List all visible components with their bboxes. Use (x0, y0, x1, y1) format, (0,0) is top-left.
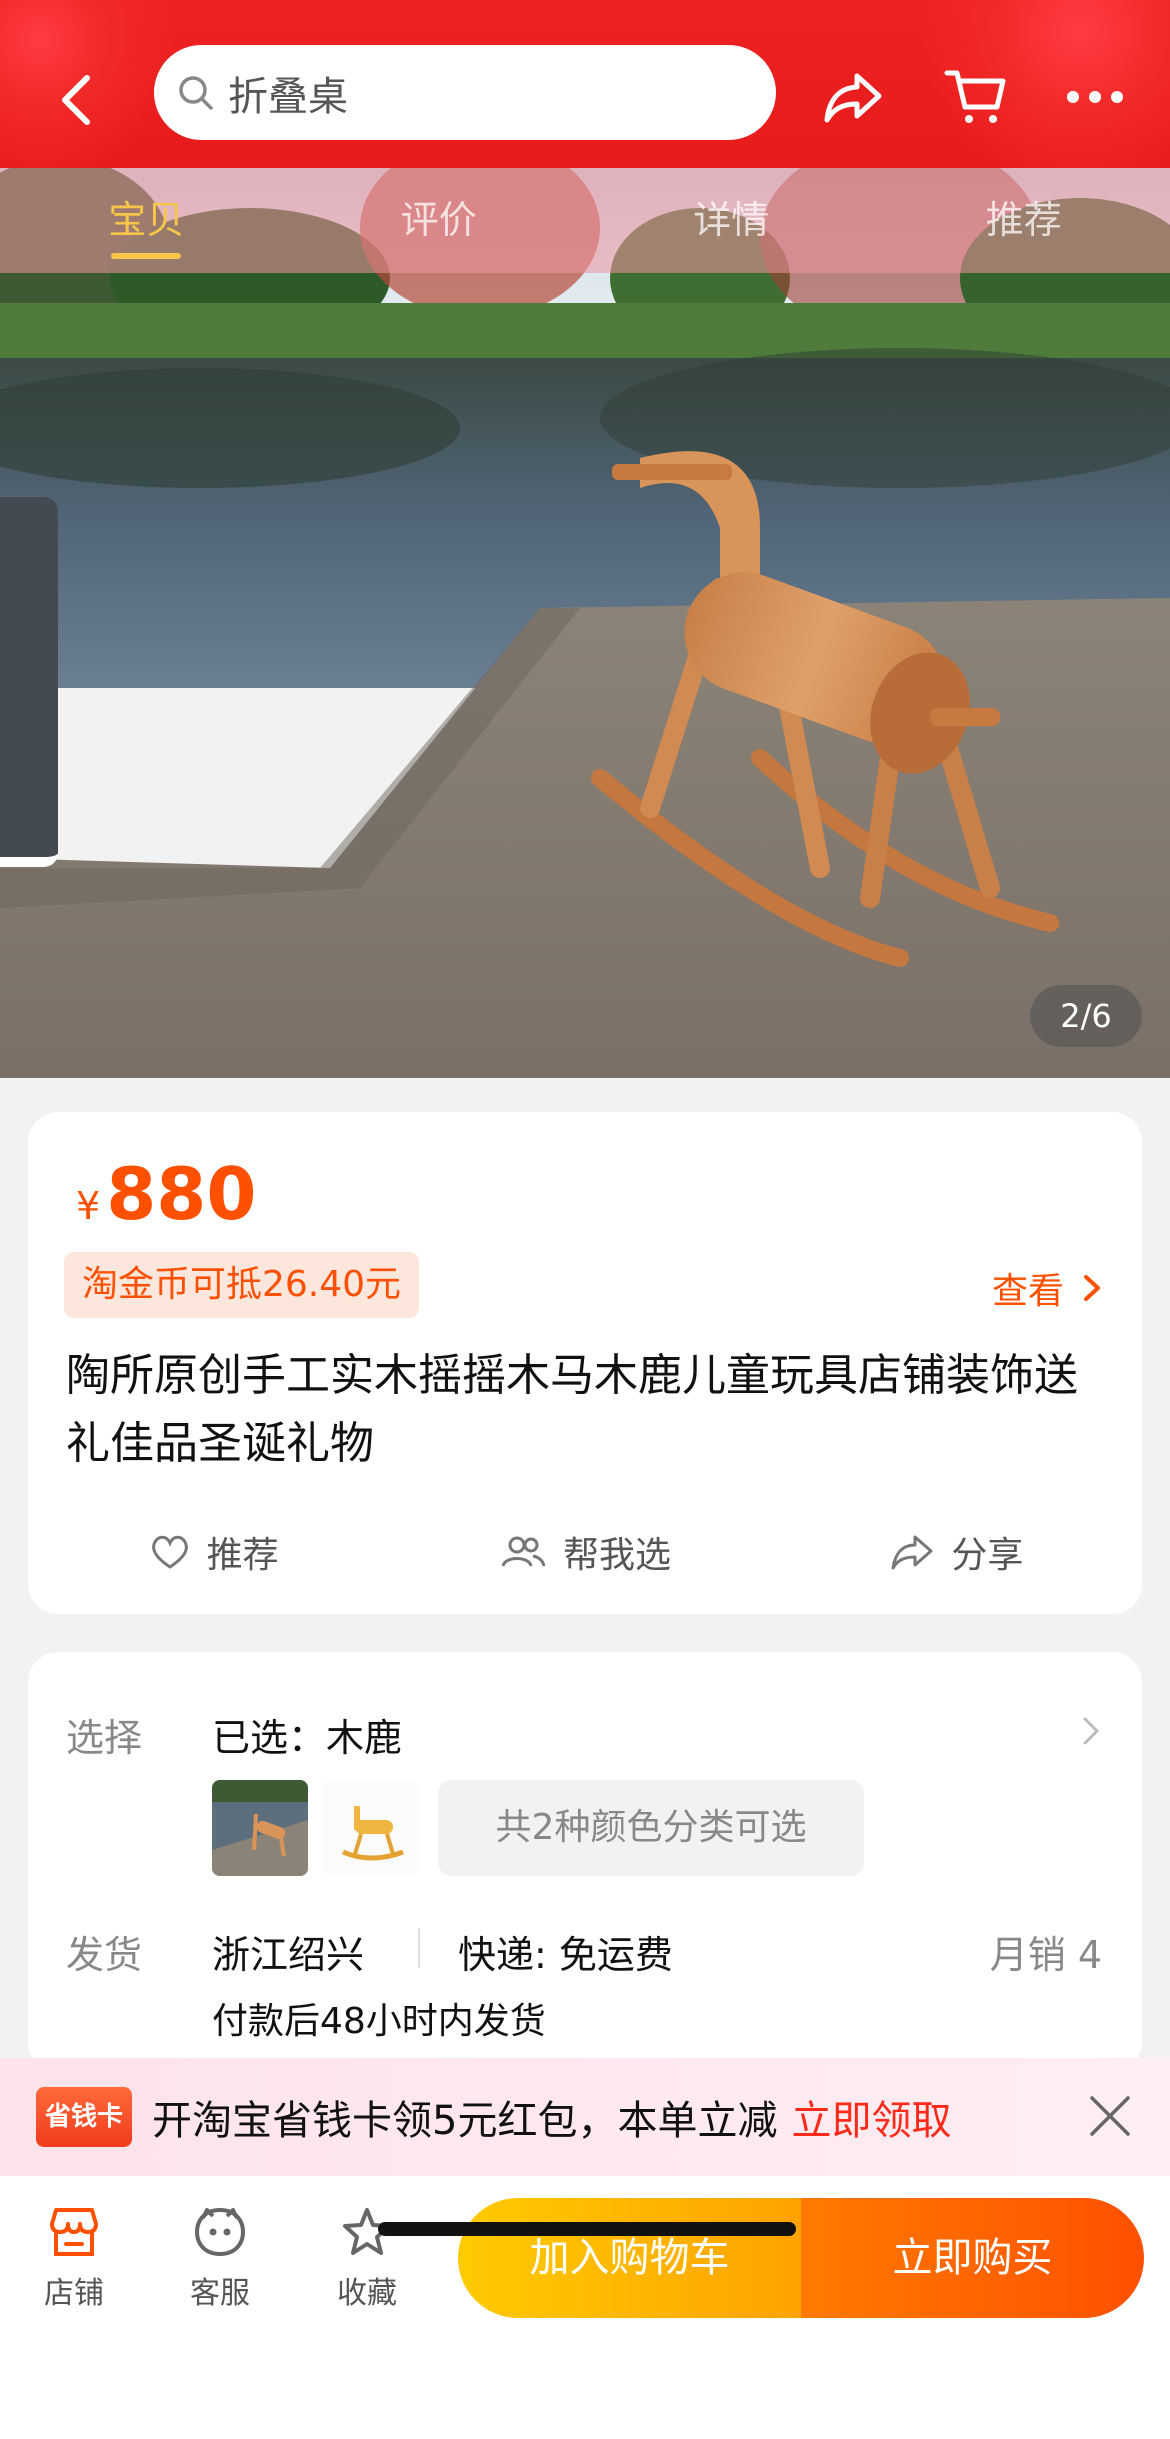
search-input[interactable]: 折叠桌 (154, 45, 776, 140)
shipping-fee: 快递: 免运费 (458, 1933, 673, 1977)
ship-label: 发货 (66, 1933, 143, 1977)
tab-recommend[interactable]: 推荐 (878, 168, 1170, 273)
more-button[interactable] (1060, 62, 1130, 132)
heart-icon (151, 1535, 188, 1569)
chevron-right-icon (1083, 1717, 1100, 1745)
store-icon (50, 2208, 98, 2256)
tab-reviews[interactable]: 评价 (293, 168, 586, 273)
product-title: 陶所原创手工实木摇摇木马木鹿儿童玩具店铺装饰送礼佳品圣诞礼物 (66, 1350, 1078, 1469)
monthly-sales: 月销 4 (989, 1933, 1102, 1977)
cart-button[interactable] (940, 62, 1010, 132)
claim-button[interactable]: 立即领取 (791, 2088, 951, 2146)
tab-item[interactable]: 宝贝 (0, 168, 293, 273)
ship-origin: 浙江绍兴 (212, 1933, 365, 1977)
view-label: 查看 (991, 1271, 1064, 1312)
savings-card-badge: 省钱卡 (36, 2087, 132, 2147)
purchase-buttons: 加入购物车 立即购买 (458, 2198, 1144, 2318)
cart-icon (944, 70, 1006, 123)
help-choose-label: 帮我选 (562, 1535, 671, 1576)
price: ¥ 880 (76, 1152, 256, 1236)
close-icon[interactable] (1088, 2094, 1132, 2138)
store-label: 店铺 (44, 2276, 104, 2311)
share-label: 分享 (951, 1535, 1024, 1576)
image-counter: 2/6 (1030, 985, 1142, 1047)
side-panel-tab[interactable] (0, 497, 58, 867)
share-icon (824, 73, 882, 123)
chevron-right-icon (1084, 1275, 1100, 1301)
divider (418, 1928, 420, 1968)
price-value: 880 (106, 1152, 257, 1236)
recommend-label: 推荐 (206, 1535, 279, 1576)
share-icon (891, 1535, 933, 1570)
coin-discount-badge: 淘金币可抵26.40元 (64, 1252, 420, 1318)
variant-image (212, 1780, 308, 1876)
add-to-cart-button[interactable]: 加入购物车 (458, 2198, 801, 2318)
action-row: 推荐 帮我选 分享 (28, 1512, 1142, 1592)
options-card[interactable]: 选择 已选：木鹿 共2种颜色分类可选 发货 浙江绍兴 快递: 免运费 月销 4 … (28, 1652, 1142, 2072)
back-icon (62, 75, 90, 125)
share-action-button[interactable]: 分享 (771, 1512, 1142, 1592)
search-placeholder: 折叠桌 (228, 73, 348, 120)
promo-banner[interactable]: 省钱卡 开淘宝省钱卡领5元红包，本单立减 立即领取 (0, 2058, 1170, 2176)
section-tabs: 宝贝 评价 详情 推荐 (0, 168, 1170, 273)
view-link[interactable]: 查看 (992, 1262, 1106, 1314)
selected-variant: 已选：木鹿 (212, 1716, 403, 1760)
color-count-badge[interactable]: 共2种颜色分类可选 (438, 1780, 864, 1876)
store-button[interactable]: 店铺 (24, 2206, 124, 2312)
people-icon (501, 1536, 546, 1567)
search-icon (179, 75, 213, 110)
variant-thumb-horse[interactable] (323, 1780, 419, 1876)
product-image[interactable] (0, 168, 1170, 1078)
recommend-button[interactable]: 推荐 (28, 1512, 399, 1592)
bottom-bar: 店铺 客服 收藏 加入购物车 立即购买 (0, 2176, 1170, 2439)
share-button[interactable] (818, 62, 888, 132)
variant-thumb-deer[interactable] (212, 1780, 308, 1876)
variant-image (323, 1780, 419, 1876)
tab-details[interactable]: 详情 (585, 168, 878, 273)
home-indicator (378, 2222, 796, 2236)
buy-now-button[interactable]: 立即购买 (801, 2198, 1144, 2318)
promo-text: 开淘宝省钱卡领5元红包，本单立减 (152, 2098, 778, 2144)
currency-symbol: ¥ (76, 1184, 101, 1228)
back-button[interactable] (50, 70, 100, 130)
select-label: 选择 (66, 1716, 143, 1760)
service-button[interactable]: 客服 (170, 2206, 270, 2312)
favorite-label: 收藏 (337, 2276, 397, 2311)
product-photo (0, 168, 1170, 1078)
price-card: ¥ 880 淘金币可抵26.40元 查看 陶所原创手工实木摇摇木马木鹿儿童玩具店… (28, 1112, 1142, 1614)
service-label: 客服 (190, 2276, 250, 2311)
top-header: 折叠桌 (0, 0, 1170, 168)
help-choose-button[interactable]: 帮我选 (399, 1512, 770, 1592)
customer-service-icon (194, 2207, 246, 2257)
ship-time: 付款后48小时内发货 (212, 2001, 546, 2042)
more-icon (1067, 91, 1123, 103)
